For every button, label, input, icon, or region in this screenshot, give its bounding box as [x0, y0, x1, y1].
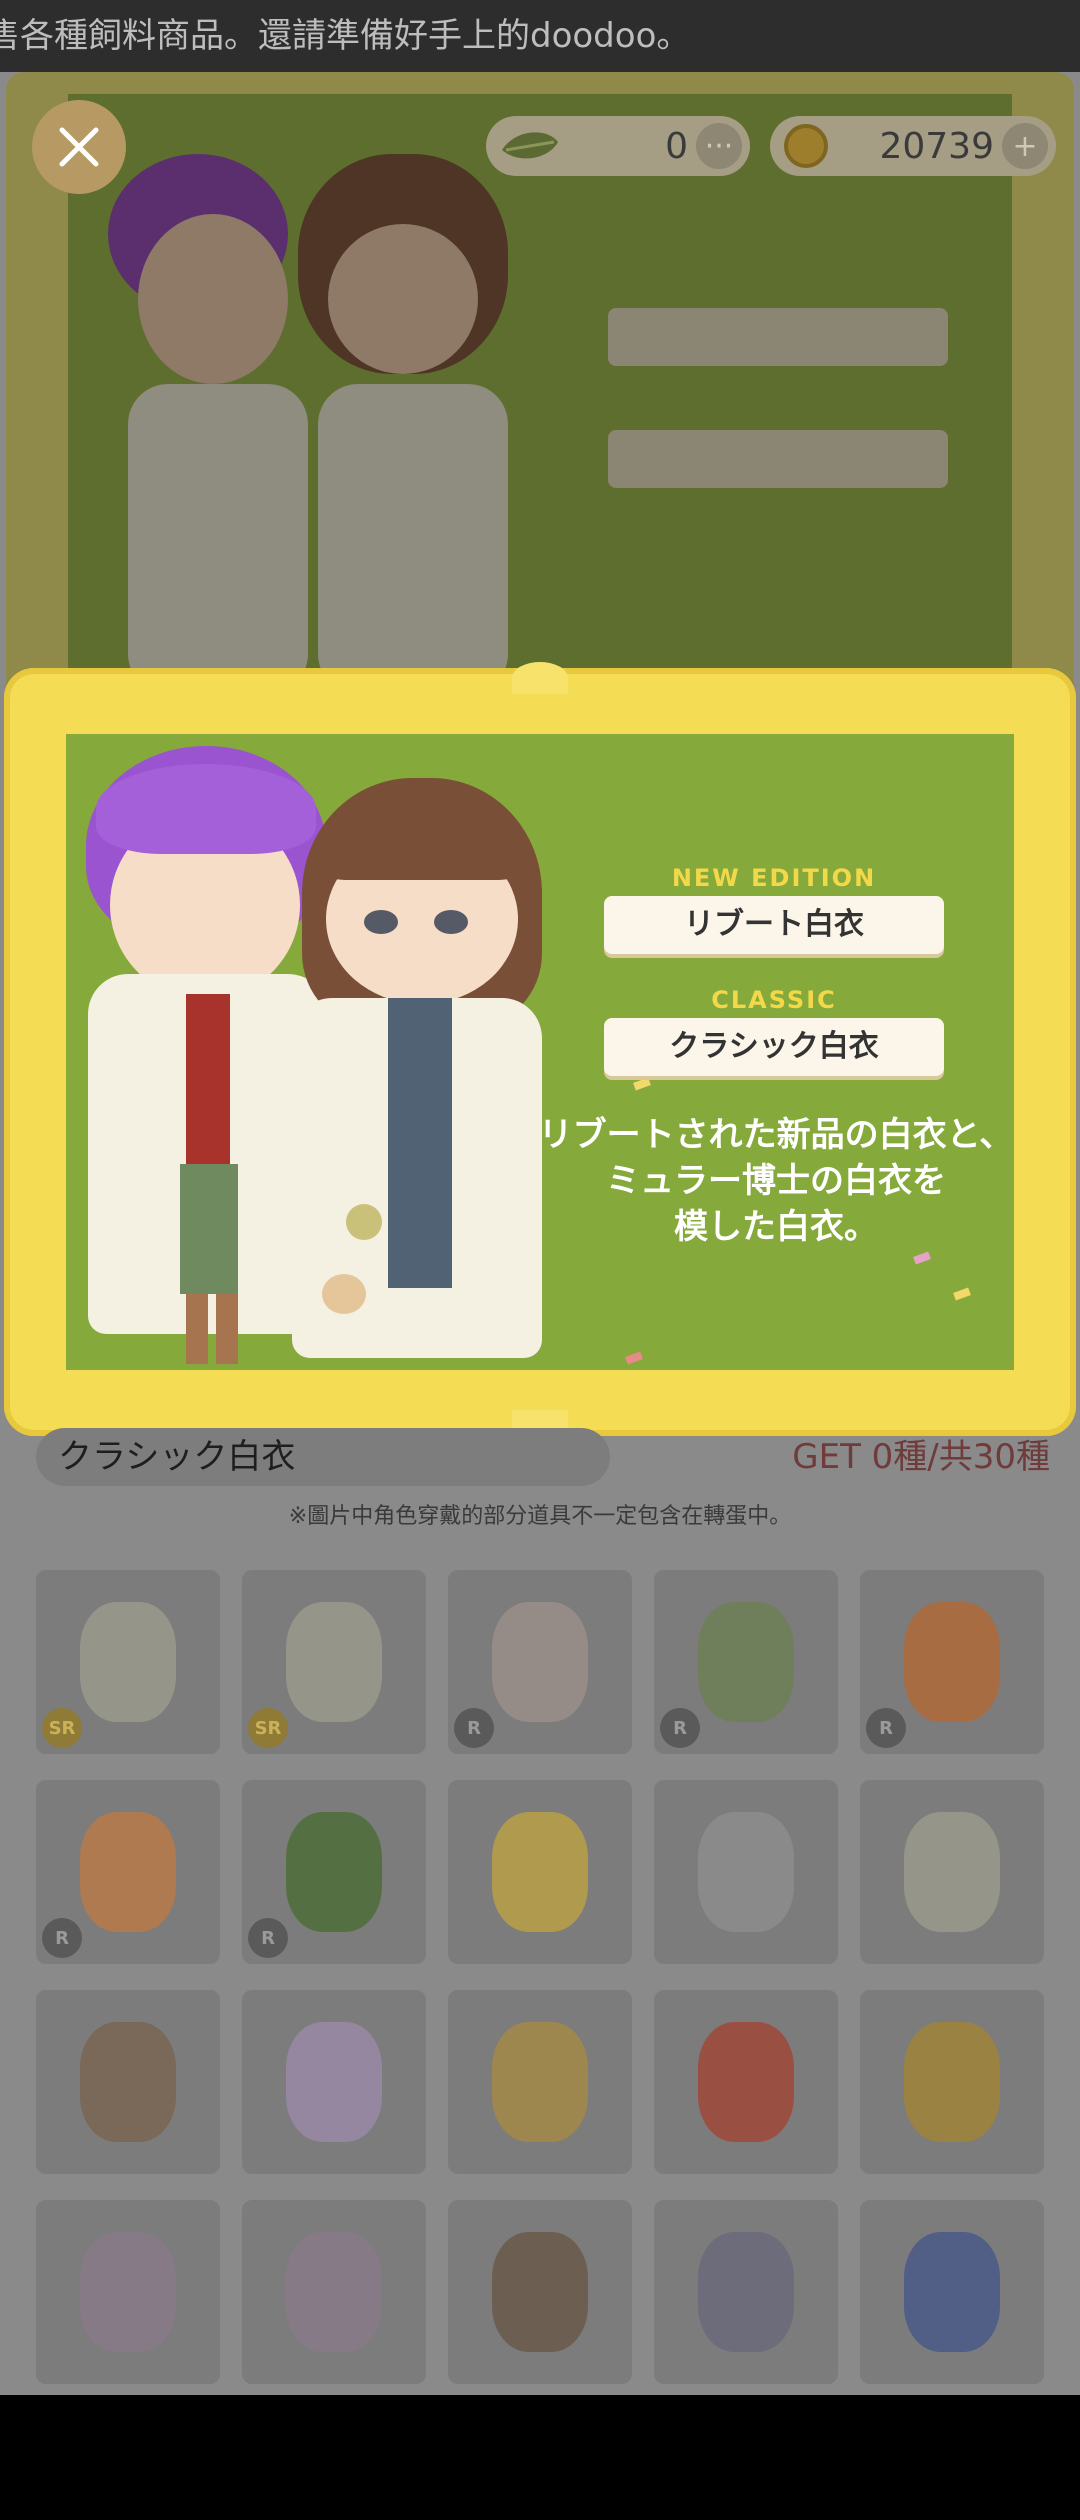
- cake-stand-item-2-thumbnail: [286, 2232, 382, 2352]
- flag-item[interactable]: [654, 2200, 838, 2384]
- rarity-badge: R: [454, 1708, 494, 1748]
- chopsticks-item[interactable]: [448, 2200, 632, 2384]
- news-marquee: 售各種飼料商品。還請準備好手上的doodoo。: [0, 0, 1080, 72]
- set-name-badge: クラシック白衣: [36, 1428, 610, 1486]
- green-bear-balloon-item[interactable]: R: [242, 1780, 426, 1964]
- round-glasses-item-thumbnail: [698, 1812, 794, 1932]
- sailor-costume-item[interactable]: [860, 2200, 1044, 2384]
- white-coat-item[interactable]: SR: [242, 1570, 426, 1754]
- leaf-currency-display: 0 ···: [486, 116, 750, 176]
- cake-stand-item-thumbnail: [80, 2232, 176, 2352]
- round-glasses-item[interactable]: [654, 1780, 838, 1964]
- desc-line-3: 模した白衣。: [674, 1207, 878, 1247]
- rarity-badge: R: [660, 1708, 700, 1748]
- cake-stand-item-2[interactable]: [242, 2200, 426, 2384]
- photo-frame-item[interactable]: [860, 1780, 1044, 1964]
- bonsai-hat-item-thumbnail: [698, 1602, 794, 1722]
- coin-icon: [784, 124, 828, 168]
- face-head-item-thumbnail: [80, 2022, 176, 2142]
- party-glasses-item-thumbnail: [492, 1812, 588, 1932]
- desc-line-1: リブートされた新品の白衣と、: [538, 1115, 1014, 1155]
- banner-description: リブートされた新品の白衣と、 ミュラー博士の白衣を 模した白衣。: [536, 1112, 1014, 1250]
- flag-item-thumbnail: [698, 2232, 794, 2352]
- orange-creature-item[interactable]: R: [860, 1570, 1044, 1754]
- classic-label: CLASSIC: [711, 986, 837, 1014]
- spider-item[interactable]: [860, 1990, 1044, 2174]
- white-coat-stained-item[interactable]: SR: [36, 1570, 220, 1754]
- confetti: [633, 1077, 651, 1091]
- white-coat-item-thumbnail: [286, 1602, 382, 1722]
- rarity-badge: SR: [248, 1708, 288, 1748]
- banner-art: NEW EDITION リブート白衣 CLASSIC クラシック白衣 リブートさ…: [66, 734, 1014, 1370]
- white-coat-stained-item-thumbnail: [80, 1602, 176, 1722]
- orange-creature-balloon-item-thumbnail: [80, 1812, 176, 1932]
- gacha-detail-page: 售各種飼料商品。還請準備好手上的doodoo。 0 ··· 20739 + NE…: [0, 0, 1080, 2395]
- rarity-badge: R: [866, 1708, 906, 1748]
- red-monster-item[interactable]: [654, 1990, 838, 2174]
- orange-creature-balloon-item[interactable]: R: [36, 1780, 220, 1964]
- classic-ribbon: クラシック白衣: [604, 1018, 944, 1076]
- cake-stand-item[interactable]: [36, 2200, 220, 2384]
- rarity-badge: R: [248, 1918, 288, 1958]
- face-head-item[interactable]: [36, 1990, 220, 2174]
- sailor-costume-item-thumbnail: [904, 2232, 1000, 2352]
- confetti: [913, 1251, 931, 1265]
- leaf-more-button[interactable]: ···: [696, 123, 742, 169]
- desc-line-2: ミュラー博士の白衣を: [606, 1161, 946, 1201]
- rarity-badge: R: [42, 1918, 82, 1958]
- close-button[interactable]: [32, 100, 126, 194]
- banner-popup[interactable]: NEW EDITION リブート白衣 CLASSIC クラシック白衣 リブートさ…: [4, 662, 1076, 1440]
- system-nav-bar: [0, 2395, 1080, 2520]
- potion-flask-item[interactable]: [448, 1990, 632, 2174]
- orange-creature-item-thumbnail: [904, 1602, 1000, 1722]
- disclaimer-note: ※圖片中角色穿戴的部分道具不一定包含在轉蛋中。: [288, 1504, 792, 1529]
- star-tag-item[interactable]: [242, 1990, 426, 2174]
- marquee-text: 售各種飼料商品。還請準備好手上的doodoo。: [0, 16, 691, 56]
- character-brown-bob: [286, 734, 566, 1370]
- background-banner-art: [68, 94, 1012, 694]
- bonsai-hat-item[interactable]: R: [654, 1570, 838, 1754]
- coin-count: 20739: [879, 125, 994, 167]
- new-edition-ribbon: リブート白衣: [604, 896, 944, 954]
- leaf-count: 0: [665, 125, 688, 167]
- chopsticks-item-thumbnail: [492, 2232, 588, 2352]
- coin-currency-display: 20739 +: [770, 116, 1056, 176]
- confetti: [953, 1287, 971, 1301]
- leaf-icon: [502, 132, 558, 159]
- green-bear-balloon-item-thumbnail: [286, 1812, 382, 1932]
- frame-ornament-top: [512, 662, 568, 694]
- new-edition-label: NEW EDITION: [671, 864, 877, 892]
- close-icon: [59, 127, 99, 167]
- spider-item-thumbnail: [904, 2022, 1000, 2142]
- rarity-badge: SR: [42, 1708, 82, 1748]
- red-monster-item-thumbnail: [698, 2022, 794, 2142]
- patched-doll-item[interactable]: R: [448, 1570, 632, 1754]
- add-coin-button[interactable]: +: [1002, 123, 1048, 169]
- confetti: [625, 1351, 643, 1365]
- star-tag-item-thumbnail: [286, 2022, 382, 2142]
- party-glasses-item[interactable]: [448, 1780, 632, 1964]
- photo-frame-item-thumbnail: [904, 1812, 1000, 1932]
- patched-doll-item-thumbnail: [492, 1602, 588, 1722]
- collection-count: GET 0種/共30種: [792, 1437, 1050, 1477]
- potion-flask-item-thumbnail: [492, 2022, 588, 2142]
